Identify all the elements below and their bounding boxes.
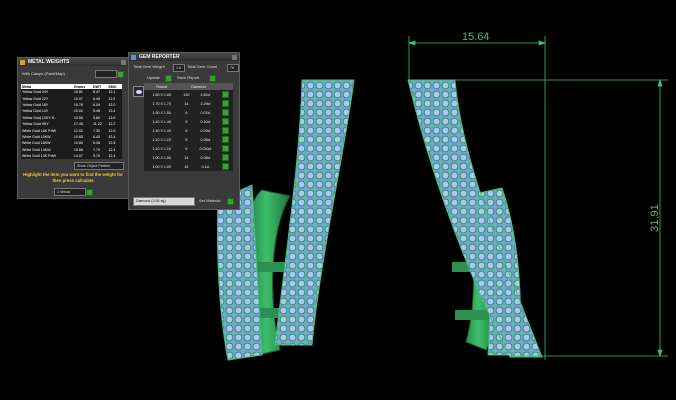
close-icon[interactable] (121, 59, 126, 65)
table-row[interactable]: 1.10 X 1.10 6 0.030ct (144, 144, 233, 153)
gem-reporter-table: Round Diamond 1.80 X 1.80 130 2.62ct 1.70 … (144, 83, 233, 171)
metal-weights-option[interactable] (95, 70, 117, 78)
gem-shape-icon[interactable] (133, 86, 144, 97)
select-icon[interactable] (221, 163, 229, 170)
metal-dropdown[interactable]: 1 Virtual (54, 188, 86, 196)
metal-weights-titlebar[interactable]: METAL WEIGHTS (18, 58, 128, 66)
total-gem-weight-label: Total Gem Weight (133, 64, 165, 69)
material-dropdown[interactable]: Diamond (3.52 sg) (133, 197, 195, 206)
table-row[interactable]: 1.70 X 1.70 14 2.29ct (144, 99, 233, 108)
select-icon[interactable] (221, 109, 229, 116)
metal-weights-title: METAL WEIGHTS (28, 59, 70, 65)
total-gem-count-label: Total Gem Count (187, 64, 218, 69)
table-row[interactable]: 1.40 X 1.40 8 0.10ct (144, 117, 233, 126)
set-material-label: Set Material (199, 198, 221, 203)
close-icon[interactable] (232, 54, 237, 60)
show-object-pattern-button[interactable]: Show Object Pattern (74, 162, 124, 170)
dimension-width-label: 15.64 (462, 31, 490, 43)
table-row[interactable]: 1.00 X 1.00 14 0.08ct (144, 153, 233, 162)
total-gem-count-value: 7b (227, 64, 239, 72)
column-header-diamond: Diamond (179, 83, 218, 90)
select-icon[interactable] (221, 127, 229, 134)
checkmark-icon[interactable] (117, 70, 124, 78)
table-row[interactable]: 1.80 X 1.80 130 2.62ct (144, 90, 233, 99)
table-row[interactable]: White Gold 14K PdW 14.07 9.70 12.4 (21, 152, 122, 160)
select-icon[interactable] (221, 145, 229, 152)
gem-icon (131, 54, 136, 60)
metal-icon (20, 59, 25, 65)
select-icon[interactable] (221, 100, 229, 107)
set-material-button[interactable] (227, 198, 234, 205)
gem-reporter-titlebar[interactable]: GEM REPORTER (129, 53, 239, 61)
metal-weights-table: Metal Grams DWT SMO Yellow Gold 24Y 10.81… (21, 84, 122, 160)
select-icon[interactable] (221, 154, 229, 161)
gem-reporter-panel[interactable]: GEM REPORTER Total Gem Weight 1.8 Total … (128, 52, 240, 210)
save-report-label: Save Report (177, 75, 200, 80)
table-row[interactable]: 1.50 X 1.50 8 0.07ct (144, 108, 233, 117)
metal-weights-note: Highlight the item you want to find the … (23, 172, 123, 183)
dimension-height-label: 31.91 (649, 204, 661, 232)
ring-model-right[interactable] (407, 79, 543, 358)
select-icon[interactable] (221, 118, 229, 125)
table-header: Round Diamond (144, 83, 233, 90)
update-label: Update (147, 75, 160, 80)
select-icon[interactable] (221, 136, 229, 143)
total-gem-weight-value: 1.8 (173, 64, 185, 72)
update-button[interactable] (165, 75, 172, 82)
table-row[interactable]: 1.40 X 1.40 8 0.09ct (144, 126, 233, 135)
gem-reporter-title: GEM REPORTER (139, 54, 180, 60)
table-row[interactable]: 1.00 X 1.00 16 0.1ct (144, 162, 233, 171)
checkmark-icon[interactable] (86, 188, 93, 196)
save-report-button[interactable] (209, 75, 216, 82)
column-header-round: Round (144, 83, 180, 90)
metal-weights-subtitle: With Clasps (Pack/Map) (22, 71, 65, 76)
table-row[interactable]: 1.10 X 1.10 6 0.05ct (144, 135, 233, 144)
select-icon[interactable] (221, 91, 229, 98)
gem-icon (135, 89, 142, 94)
metal-weights-panel[interactable]: METAL WEIGHTS With Clasps (Pack/Map) Met… (17, 57, 129, 199)
